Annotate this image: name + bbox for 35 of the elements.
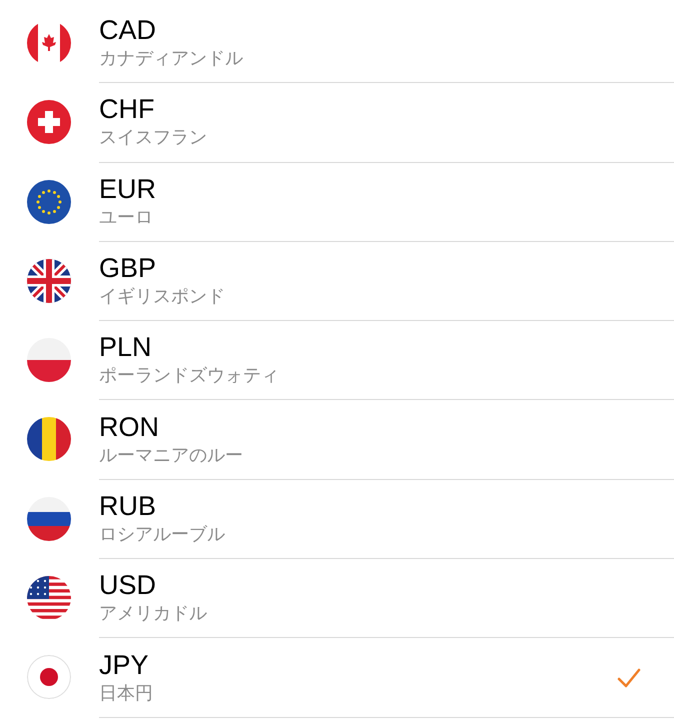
currency-code: EUR xyxy=(99,172,158,205)
currency-row[interactable]: JPY 日本円 xyxy=(0,638,674,718)
currency-row[interactable]: CHF スイスフラン xyxy=(0,83,674,163)
currency-code: RON xyxy=(99,410,160,443)
currency-name: アメリカドル xyxy=(99,602,208,626)
currency-name: ユーロ xyxy=(99,206,154,230)
currency-row[interactable]: PLN ポーランドズウォティ xyxy=(0,321,674,400)
flag-icon xyxy=(27,180,71,224)
flag-icon xyxy=(27,576,71,620)
currency-name: ロシアルーブル xyxy=(99,522,226,547)
currency-row[interactable]: CAD カナディアンドル xyxy=(0,4,674,84)
currency-code: USD xyxy=(99,569,158,602)
flag-icon xyxy=(27,258,71,303)
currency-code: RUB xyxy=(99,490,158,522)
currency-code: PLN xyxy=(99,331,153,364)
currency-code: CHF xyxy=(99,93,156,126)
flag-icon xyxy=(27,100,71,144)
currency-code: CAD xyxy=(99,14,158,46)
currency-row[interactable]: RON ルーマニアのルー xyxy=(0,400,674,480)
currency-name: カナディアンドル xyxy=(99,47,244,72)
flag-icon xyxy=(27,417,71,462)
currency-name: イギリスポンド xyxy=(99,285,226,310)
currency-name: スイスフラン xyxy=(99,126,208,150)
flag-icon xyxy=(27,338,71,382)
currency-name: ポーランドズウォティ xyxy=(99,364,280,388)
flag-icon xyxy=(27,655,71,700)
currency-code: GBP xyxy=(99,252,158,284)
currency-row[interactable]: EUR ユーロ xyxy=(0,162,674,242)
flag-icon xyxy=(27,496,71,541)
currency-row[interactable]: GBP イギリスポンド xyxy=(0,242,674,322)
currency-code: JPY xyxy=(99,648,150,681)
currency-name: 日本円 xyxy=(99,682,154,706)
currency-row[interactable]: RUB ロシアルーブル xyxy=(0,480,674,560)
currency-row[interactable]: USD アメリカドル xyxy=(0,559,674,638)
currency-name: ルーマニアのルー xyxy=(99,444,244,468)
